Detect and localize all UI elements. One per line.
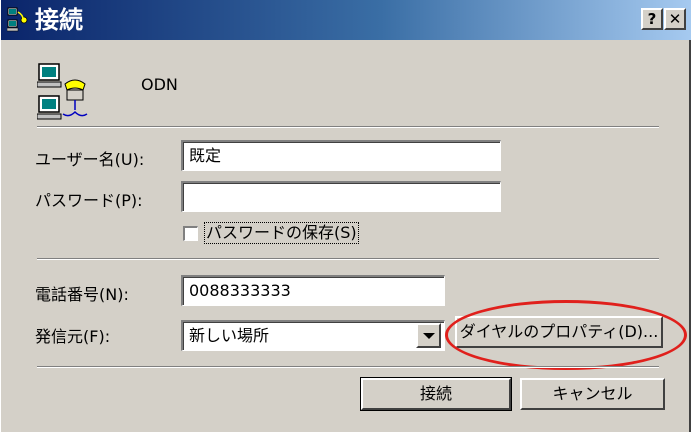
dial-from-label: 発信元(F): xyxy=(35,327,111,346)
dialing-properties-button[interactable]: ダイヤルのプロパティ(D)... xyxy=(455,316,663,348)
network-connection-icon xyxy=(7,7,28,32)
cancel-button[interactable]: キャンセル xyxy=(520,378,665,410)
connect-dialog: 接続 ? ✕ ODN ユーザー名(U): 既定 パスワード(P): パスワードの… xyxy=(0,0,691,432)
help-button[interactable]: ? xyxy=(641,8,663,30)
separator xyxy=(37,366,659,368)
connect-button[interactable]: 接続 xyxy=(360,377,512,411)
save-password-checkbox[interactable] xyxy=(183,226,198,241)
password-label: パスワード(P): xyxy=(35,191,143,210)
close-button[interactable]: ✕ xyxy=(664,8,686,30)
window-title: 接続 xyxy=(35,6,83,34)
title-bar[interactable]: 接続 ? ✕ xyxy=(1,0,691,40)
save-password-label[interactable]: パスワードの保存(S) xyxy=(204,222,359,244)
username-label: ユーザー名(U): xyxy=(35,150,145,169)
separator xyxy=(37,126,659,128)
phone-field[interactable]: 0088333333 xyxy=(181,275,445,306)
password-field[interactable] xyxy=(181,181,501,212)
dial-from-value: 新しい場所 xyxy=(189,326,270,345)
chevron-down-icon[interactable] xyxy=(416,323,441,348)
phone-label: 電話番号(N): xyxy=(35,285,129,304)
dial-from-select[interactable]: 新しい場所 xyxy=(181,320,445,351)
separator xyxy=(37,258,659,260)
username-field[interactable]: 既定 xyxy=(181,140,501,171)
connection-name: ODN xyxy=(141,75,178,94)
dialup-connection-icon xyxy=(37,63,88,120)
